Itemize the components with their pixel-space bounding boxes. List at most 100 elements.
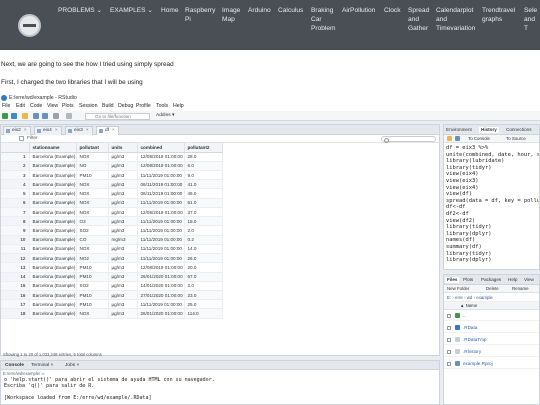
table-row[interactable]: 15 Barcelona (Example) SO2 µg/m3 14/01/2020 … — [1, 281, 223, 292]
new-project-icon[interactable] — [11, 113, 17, 119]
file-row[interactable]: .RData — [444, 323, 539, 333]
tab-eix4[interactable]: eix4 × — [34, 126, 62, 135]
table-row[interactable]: 14 Barcelona (Example) PM10 µg/m3 26/01/2020… — [1, 272, 223, 282]
table-row[interactable]: 11 Barcelona (Example) NOX µg/m3 11/11/2019 … — [1, 244, 223, 255]
table-row[interactable]: 4 Barcelona (Example) NOX µg/m3 06/11/2019 0… — [1, 179, 223, 190]
history-entry[interactable]: library(tidyr) — [446, 224, 491, 230]
tab-environment[interactable]: Environment — [446, 127, 472, 133]
tab-files[interactable]: Files — [445, 277, 460, 283]
history-entry[interactable]: view(df) — [446, 191, 472, 197]
table-row[interactable]: 13 Barcelona (Example) PM10 µg/m3 12/08/2019… — [1, 262, 223, 273]
history-entry[interactable]: view(df2) — [446, 218, 475, 224]
nav-calendarplot[interactable]: Calendarplot and Timevariation — [436, 6, 475, 33]
menu-tools[interactable]: Tools — [156, 103, 168, 110]
table-row[interactable]: 10 Barcelona (Example) CO mg/m3 11/11/2019 0… — [1, 235, 223, 245]
history-entry[interactable]: library(tidyr) — [446, 251, 491, 257]
file-name-link[interactable]: .Rhistory — [463, 349, 481, 355]
table-row[interactable]: 5 Barcelona (Example) NOX µg/m3 06/11/2019 0… — [1, 188, 223, 199]
tab-console[interactable]: Console — [5, 362, 24, 369]
files-name-header[interactable]: ▲ Name — [444, 302, 539, 310]
history-entry[interactable]: spread(data = df, key = pollu — [446, 198, 539, 204]
column-header[interactable]: pollutant2 — [184, 143, 223, 153]
column-header[interactable]: pollutant — [76, 143, 109, 153]
nav-airpollution[interactable]: AirPollution — [342, 6, 375, 15]
menu-edit[interactable]: Edit — [16, 103, 25, 110]
filter-label[interactable]: Filter — [27, 136, 38, 141]
print-icon[interactable] — [53, 113, 59, 119]
file-row[interactable]: .. — [444, 311, 539, 321]
save-history-icon[interactable] — [455, 136, 460, 141]
history-entry[interactable]: library(dplyr) — [446, 257, 491, 263]
menu-plots[interactable]: Plots — [62, 103, 74, 110]
file-checkbox[interactable] — [447, 338, 451, 342]
table-row[interactable]: 2 Barcelona (Example) NO µg/m3 12/08/2019 01… — [1, 161, 223, 171]
to-console-button[interactable]: To Console — [468, 136, 490, 142]
tab-eix2[interactable]: eix2 × — [3, 126, 31, 135]
column-header[interactable]: combined — [137, 143, 185, 153]
menu-file[interactable]: File — [2, 103, 10, 110]
history-entry[interactable]: df = eix3 %>% — [446, 145, 488, 151]
open-file-icon[interactable] — [22, 113, 28, 119]
tab-jobs[interactable]: Jobs × — [65, 362, 79, 369]
table-row[interactable]: 6 Barcelona (Example) NOX µg/m3 11/11/2019 0… — [1, 198, 223, 208]
go-to-file-input[interactable]: Go to file/function — [85, 113, 150, 120]
table-row[interactable]: 12 Barcelona (Example) NO2 µg/m3 11/11/2019 … — [1, 253, 223, 264]
site-logo[interactable] — [18, 14, 41, 37]
history-entry[interactable]: view(eix4) — [446, 185, 478, 191]
files-breadcrumb[interactable]: E: › erre › wd › example — [444, 294, 539, 302]
close-icon[interactable]: × — [112, 128, 115, 133]
file-checkbox[interactable] — [447, 314, 451, 318]
history-entry[interactable]: library(dplyr) — [446, 231, 491, 237]
file-row[interactable]: example.Rproj — [444, 359, 539, 369]
column-header[interactable]: units — [108, 143, 138, 153]
menu-build[interactable]: Build — [102, 103, 114, 110]
filter-icon[interactable] — [19, 136, 24, 141]
console-working-dir[interactable]: E:/erre/wd/example/ ⇨ — [3, 371, 45, 376]
file-name-link[interactable]: .RDataTmp — [463, 337, 487, 343]
menu-help[interactable]: Help — [173, 103, 184, 110]
close-icon[interactable]: × — [86, 128, 89, 133]
nav-braking-car[interactable]: Braking Car Problem — [311, 6, 336, 33]
menu-session[interactable]: Session — [79, 103, 97, 110]
tab-df[interactable]: df × — [96, 126, 119, 135]
column-header[interactable]: stationname — [29, 143, 77, 153]
nav-spread-gather[interactable]: Spread and Gather — [408, 6, 429, 33]
history-entry[interactable]: view(eix3) — [446, 178, 478, 184]
table-row[interactable]: 17 Barcelona (Example) PM10 µg/m3 11/11/2019… — [1, 299, 223, 310]
file-name-link[interactable]: .. — [463, 313, 466, 319]
file-name-link[interactable]: .RData — [463, 325, 477, 331]
delete-button[interactable]: Delete — [486, 286, 499, 292]
nav-problems[interactable]: PROBLEMS ⌄ — [58, 6, 102, 15]
nav-home[interactable]: Home — [161, 6, 179, 15]
save-icon[interactable] — [33, 113, 39, 119]
menu-profile[interactable]: Profile — [136, 103, 151, 110]
rename-button[interactable]: Rename — [512, 286, 529, 292]
history-entry[interactable]: unite(combined, date, hour, s — [446, 152, 539, 158]
table-row[interactable]: 9 Barcelona (Example) SO2 µg/m3 11/11/2019 0… — [1, 225, 223, 236]
tab-packages[interactable]: Packages — [481, 277, 501, 283]
nav-raspberry-pi[interactable]: Raspberry Pi — [185, 6, 215, 24]
menu-view[interactable]: View — [47, 103, 58, 110]
table-row[interactable]: 18 Barcelona (Example) NOX µg/m3 26/01/2020 … — [1, 308, 223, 319]
save-all-icon[interactable] — [42, 113, 48, 119]
history-entry[interactable]: view(eix4) — [446, 171, 478, 177]
open-history-icon[interactable] — [447, 136, 452, 141]
history-entry[interactable]: names(df) — [446, 237, 475, 243]
file-checkbox[interactable] — [447, 362, 451, 366]
table-row[interactable]: 7 Barcelona (Example) NOX µg/m3 12/08/2019 0… — [1, 207, 223, 218]
file-row[interactable]: .RDataTmp — [444, 335, 539, 345]
new-folder-button[interactable]: New Folder — [447, 286, 469, 292]
menu-code[interactable]: Code — [30, 103, 42, 110]
table-row[interactable]: 16 Barcelona (Example) PM10 µg/m3 27/01/2020… — [1, 290, 223, 301]
nav-examples[interactable]: EXAMPLES ⌄ — [110, 6, 153, 15]
to-source-button[interactable]: To Source — [506, 136, 526, 142]
history-entry[interactable]: df<-df — [446, 204, 465, 210]
go-to-icon[interactable] — [66, 113, 72, 119]
tab-help[interactable]: Help — [508, 277, 517, 283]
tab-eix3[interactable]: eix3 × — [65, 126, 93, 135]
file-checkbox[interactable] — [447, 350, 451, 354]
nav-calculus[interactable]: Calculus — [278, 6, 303, 15]
nav-arduino[interactable]: Arduino — [248, 6, 271, 15]
nav-select[interactable]: Sele and T — [524, 6, 540, 33]
file-checkbox[interactable] — [447, 326, 451, 330]
